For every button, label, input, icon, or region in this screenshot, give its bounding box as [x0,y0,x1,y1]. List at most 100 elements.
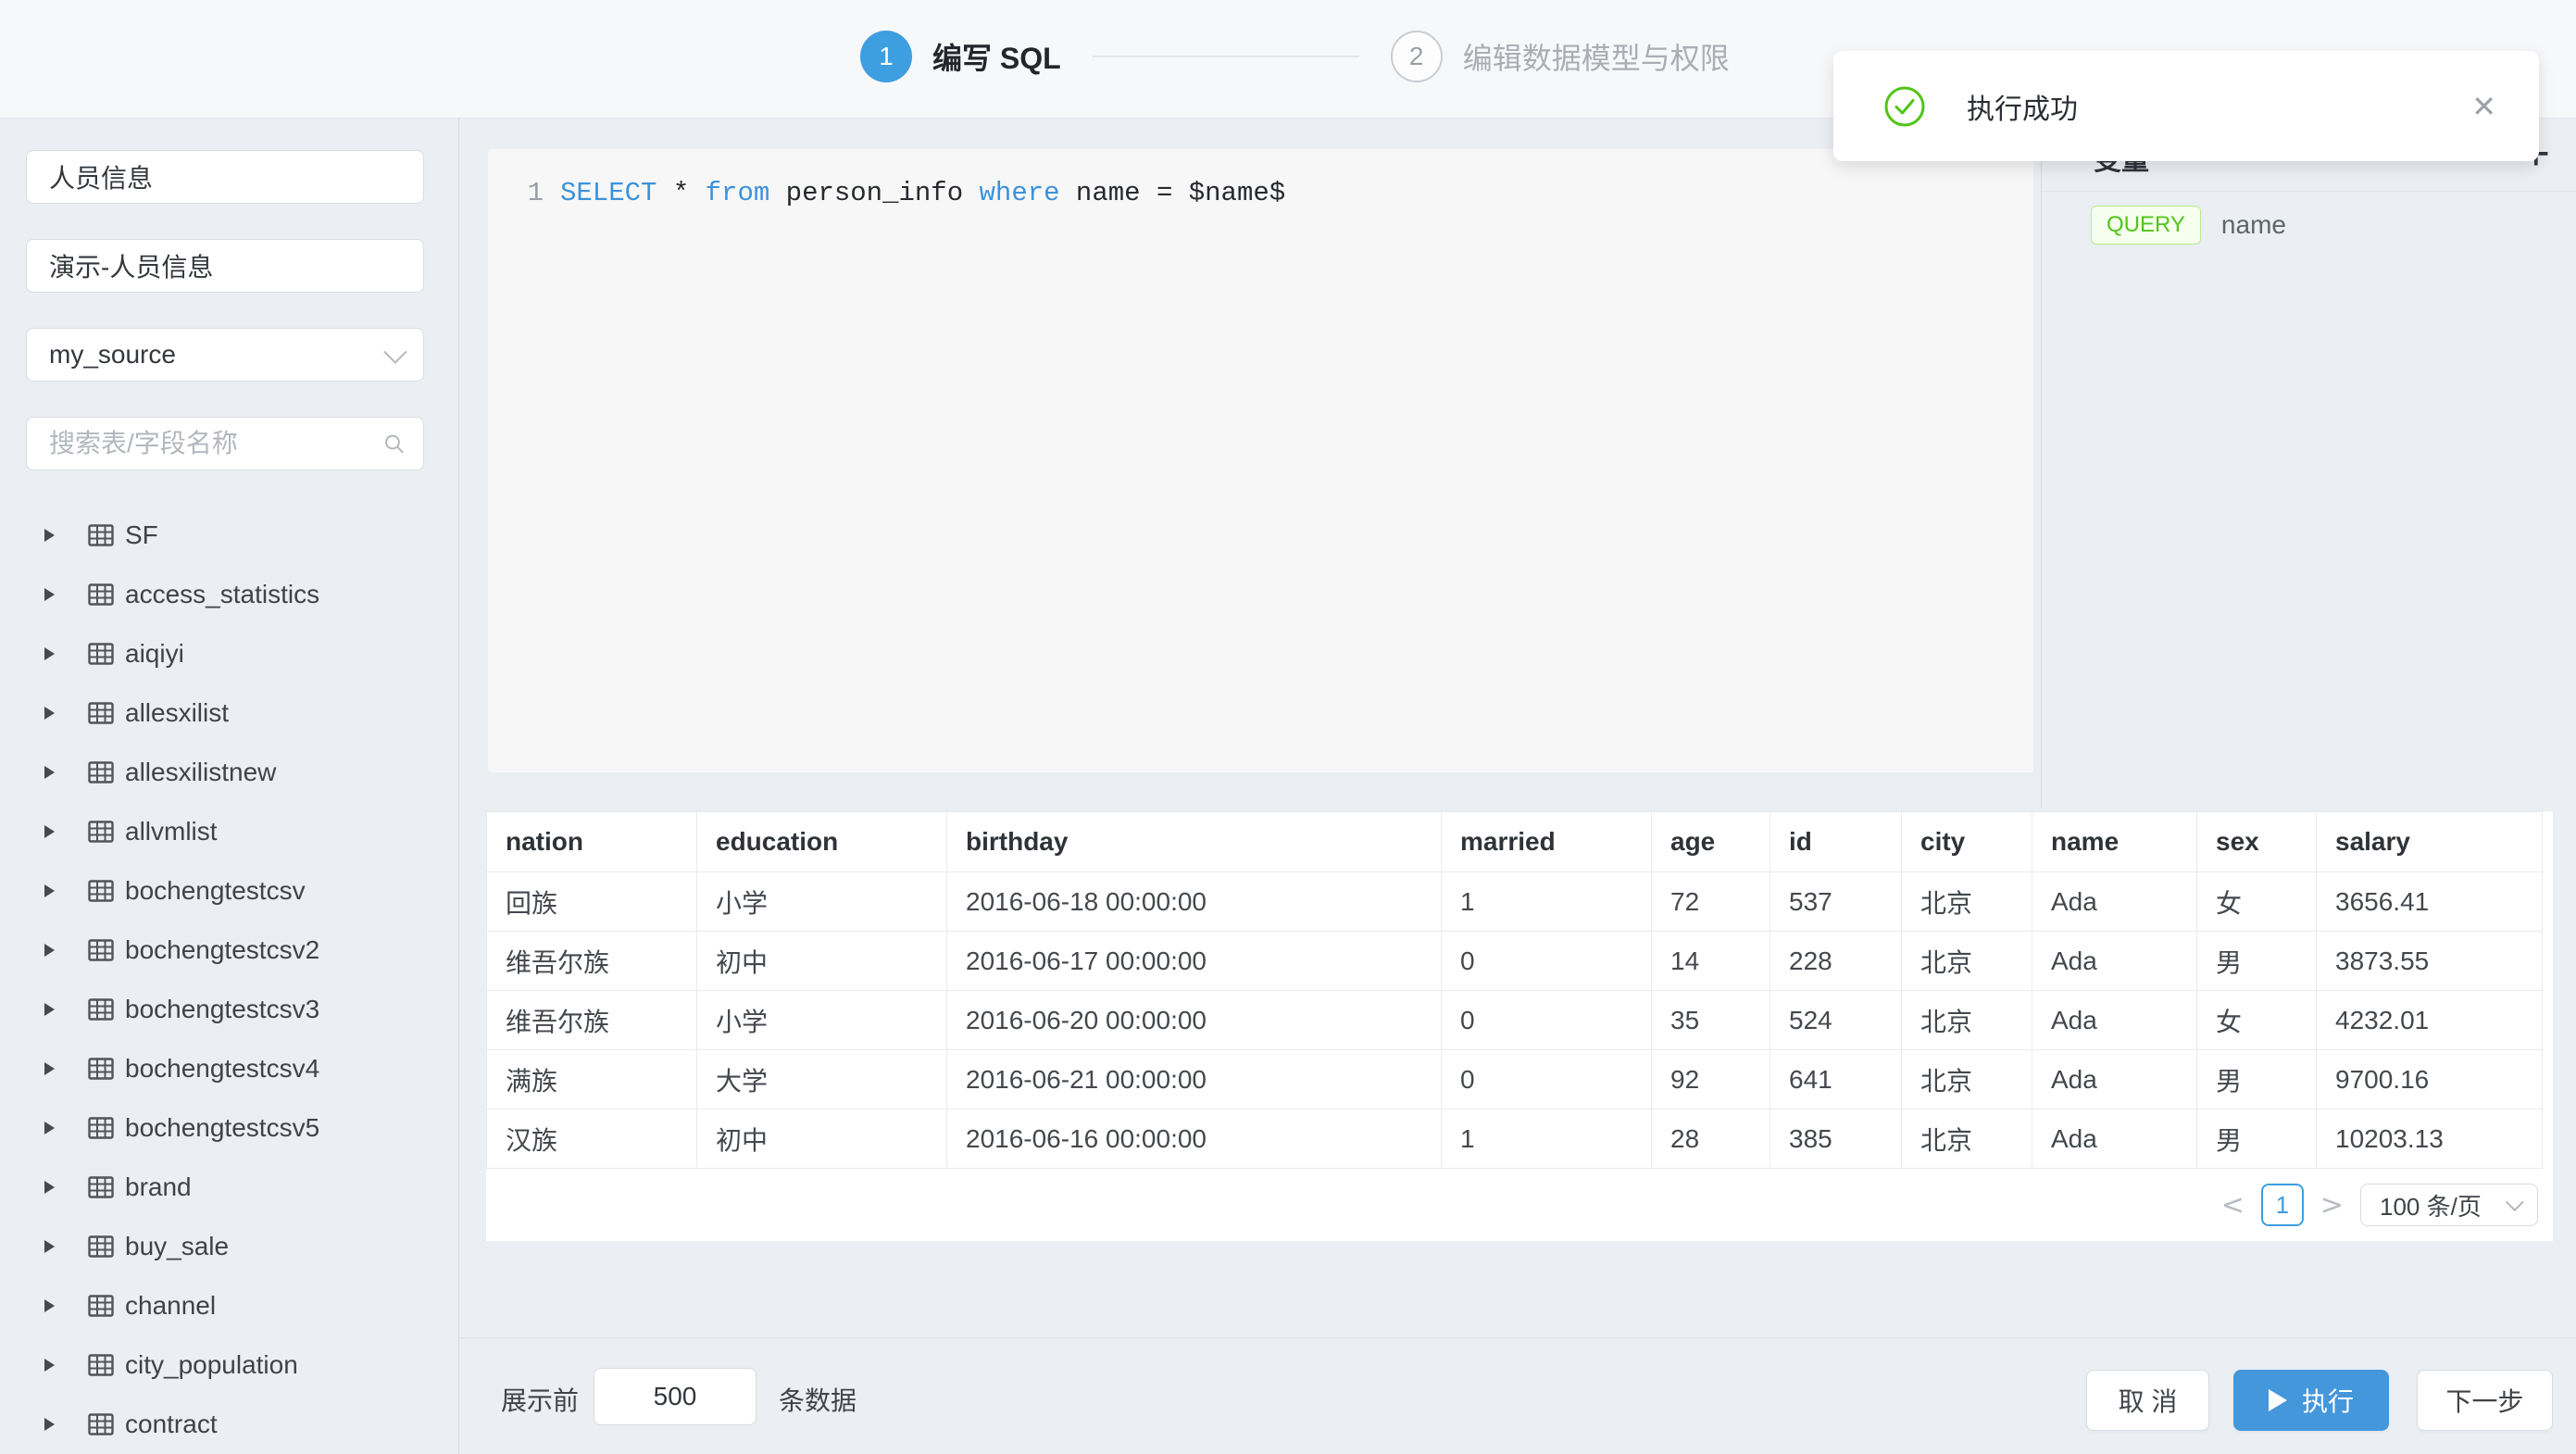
table-tree: SF access_statisticsaiqiyi allesxilist alle… [0,506,459,1454]
cancel-button[interactable]: 取 消 [2086,1370,2209,1431]
caret-right-icon[interactable] [44,1299,55,1312]
table-cell: 2016-06-16 00:00:00 [947,1109,1442,1169]
table-cell: 28 [1652,1109,1770,1169]
table-cell: 641 [1770,1050,1902,1109]
tree-item[interactable]: bochengtestcsv3 [0,980,459,1039]
tree-item[interactable]: SF [0,506,459,565]
table-cell: 1 [1442,872,1652,932]
pagination: < 1 > 100 条/页 [2218,1184,2538,1226]
tree-item[interactable]: allesxilist [0,683,459,743]
next-step-button[interactable]: 下一步 [2417,1370,2553,1431]
tree-item-label: bochengtestcsv4 [125,1054,319,1084]
results-body: 回族小学2016-06-18 00:00:00172537北京Ada女3656.… [487,872,2543,1169]
step-2-label: 编辑数据模型与权限 [1463,35,1730,78]
caret-right-icon[interactable] [44,825,55,838]
tree-item[interactable]: allvmlist [0,802,459,861]
table-cell: 0 [1442,991,1652,1050]
table-cell: Ada [2032,1050,2197,1109]
table-cell: 2016-06-17 00:00:00 [947,932,1442,991]
page-size-select[interactable]: 100 条/页 [2360,1184,2538,1226]
step-connector-line [1093,56,1359,57]
sql-editor[interactable]: 1 SELECT * from person_info where name =… [488,149,2033,772]
toast-close-icon[interactable]: ✕ [2471,89,2496,124]
table-cell: 维吾尔族 [487,991,697,1050]
sql-text: * [657,178,705,208]
table-cell: 北京 [1902,932,2032,991]
code-tokens: SELECT * from person_info where name = $… [560,175,1285,212]
pagination-current-page[interactable]: 1 [2261,1184,2304,1226]
table-icon [88,880,114,902]
tree-item[interactable]: channel [0,1276,459,1335]
tree-item-label: allesxilistnew [125,758,276,787]
success-check-icon [1883,85,1926,128]
table-cell: 北京 [1902,1050,2032,1109]
results-table: nationeducationbirthdaymarriedageidcityn… [486,811,2543,1169]
caret-right-icon[interactable] [44,766,55,779]
table-cell: 228 [1770,932,1902,991]
column-header: age [1652,812,1770,872]
table-cell: 0 [1442,932,1652,991]
table-cell: 男 [2197,1050,2317,1109]
table-cell: Ada [2032,932,2197,991]
table-cell: 3656.41 [2317,872,2543,932]
table-cell: 14 [1652,932,1770,991]
table-cell: 92 [1652,1050,1770,1109]
table-cell: 初中 [697,1109,947,1169]
caret-right-icon[interactable] [44,1181,55,1194]
table-cell: 35 [1652,991,1770,1050]
step-1-badge: 1 [860,31,912,82]
tree-item[interactable]: access_statistics [0,565,459,624]
tree-item[interactable]: buy_sale [0,1217,459,1276]
table-row: 汉族初中2016-06-16 00:00:00128385北京Ada男10203… [487,1109,2543,1169]
caret-right-icon[interactable] [44,707,55,720]
run-button[interactable]: 执行 [2233,1370,2389,1431]
table-cell: 男 [2197,932,2317,991]
tree-item[interactable]: brand [0,1158,459,1217]
step-1-write-sql: 1 编写 SQL [860,31,1061,82]
tree-item-label: access_statistics [125,580,319,609]
caret-right-icon[interactable] [44,884,55,897]
caret-right-icon[interactable] [44,944,55,957]
tree-item-label: allvmlist [125,817,218,846]
tree-item[interactable]: allesxilistnew [0,743,459,802]
table-cell: 北京 [1902,991,2032,1050]
sql-text: name = $name$ [1060,178,1286,208]
caret-right-icon[interactable] [44,1122,55,1134]
table-icon [88,1176,114,1198]
variable-type-badge: QUERY [2091,206,2201,244]
caret-right-icon[interactable] [44,1003,55,1016]
caret-right-icon[interactable] [44,1359,55,1372]
table-cell: 10203.13 [2317,1109,2543,1169]
tree-item[interactable]: aiqiyi [0,624,459,683]
chevron-down-icon [2506,1193,2524,1211]
sql-text: person_info [769,178,979,208]
caret-right-icon[interactable] [44,1418,55,1431]
stepper: 1 编写 SQL 2 编辑数据模型与权限 [860,31,1730,82]
toast-message: 执行成功 [1967,86,2078,127]
tree-item[interactable]: contract [0,1395,459,1454]
tree-item[interactable]: bochengtestcsv [0,861,459,921]
caret-right-icon[interactable] [44,529,55,542]
tree-item-label: brand [125,1172,192,1202]
pagination-next-icon[interactable]: > [2317,1189,2347,1222]
tree-item[interactable]: bochengtestcsv5 [0,1098,459,1158]
dataset-name-input[interactable] [26,150,424,204]
dataset-display-name-input[interactable] [26,239,424,293]
tree-item[interactable]: city_population [0,1335,459,1395]
column-header: birthday [947,812,1442,872]
tree-item-label: bochengtestcsv [125,876,306,906]
row-limit-input[interactable] [594,1368,757,1425]
table-cell: 9700.16 [2317,1050,2543,1109]
tree-item-label: allesxilist [125,698,229,728]
pagination-prev-icon[interactable]: < [2218,1189,2248,1222]
caret-right-icon[interactable] [44,1240,55,1253]
table-cell: 小学 [697,872,947,932]
caret-right-icon[interactable] [44,588,55,601]
caret-right-icon[interactable] [44,647,55,660]
table-cell: 初中 [697,932,947,991]
tree-item[interactable]: bochengtestcsv4 [0,1039,459,1098]
table-search-input[interactable] [49,429,383,458]
datasource-select[interactable]: my_source [26,328,424,382]
caret-right-icon[interactable] [44,1062,55,1075]
tree-item[interactable]: bochengtestcsv2 [0,921,459,980]
